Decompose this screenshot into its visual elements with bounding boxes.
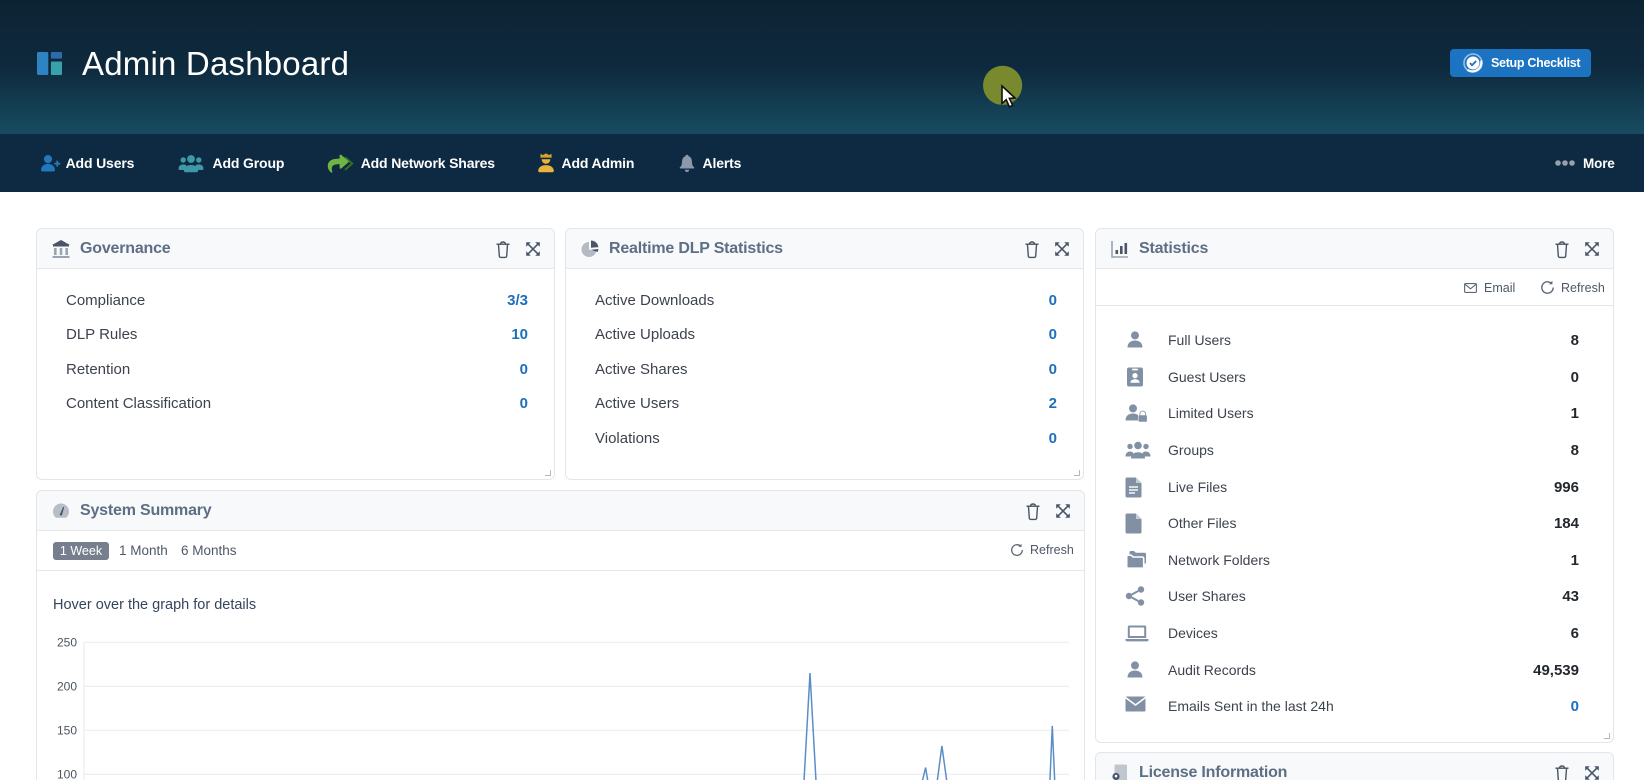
svg-text:100: 100 [57, 768, 77, 780]
svg-text:200: 200 [57, 680, 77, 694]
svg-text:250: 250 [57, 636, 77, 650]
svg-text:150: 150 [57, 724, 77, 738]
